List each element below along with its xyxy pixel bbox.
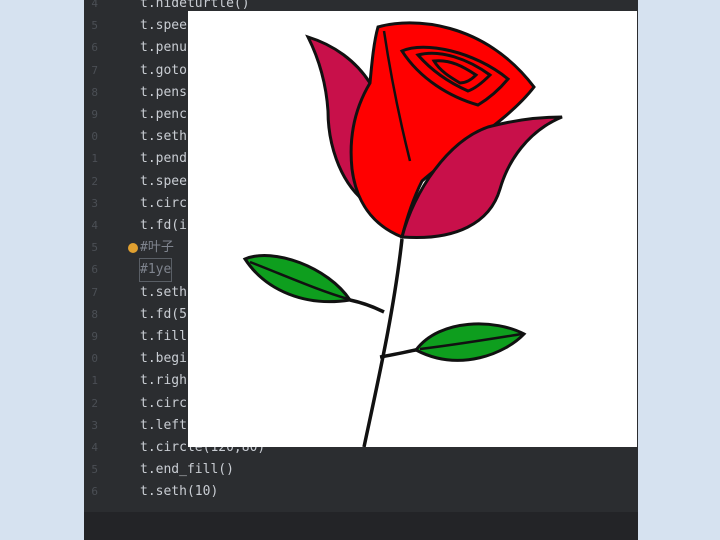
bookmark-icon[interactable]: [128, 243, 138, 253]
code-line[interactable]: t.righ: [140, 370, 187, 392]
line-number-gutter: 4 5 6 7 8 9 0 1 2 3 4 5 6 7 8 9 0 1 2 3 4 5 6: [84, 0, 132, 540]
line-number: 5: [91, 241, 98, 255]
code-line[interactable]: t.left: [140, 415, 187, 437]
editor-bottom-bar: [84, 512, 638, 540]
line-number: 2: [91, 174, 98, 188]
code-line[interactable]: t.penu: [140, 37, 187, 59]
code-line[interactable]: t.circ: [140, 393, 187, 415]
line-number: 8: [91, 307, 98, 321]
line-number: 4: [91, 0, 98, 10]
line-number: 1: [91, 374, 98, 388]
line-number: 3: [91, 418, 98, 432]
line-number: 8: [91, 85, 98, 99]
code-line[interactable]: t.circ: [140, 193, 187, 215]
code-line[interactable]: t.penc: [140, 104, 187, 126]
code-line[interactable]: t.seth: [140, 282, 187, 304]
line-number: 1: [91, 152, 98, 166]
code-line[interactable]: t.pend: [140, 148, 187, 170]
code-line[interactable]: t.end_fill(): [140, 459, 234, 481]
line-number: 4: [91, 441, 98, 454]
line-number: 5: [91, 19, 98, 33]
code-line[interactable]: t.goto: [140, 60, 187, 82]
code-line[interactable]: t.fd(i: [140, 215, 187, 237]
code-line[interactable]: t.spee: [140, 15, 187, 37]
line-number: 6: [91, 41, 98, 55]
rose-stem: [362, 238, 404, 447]
code-line[interactable]: t.seth: [140, 126, 187, 148]
turtle-graphics-window: [188, 11, 637, 447]
line-number: 0: [91, 130, 98, 144]
line-number: 5: [91, 463, 98, 477]
line-number: 9: [91, 108, 98, 121]
line-number: 7: [91, 285, 98, 299]
code-line[interactable]: t.fill: [140, 326, 187, 348]
left-leaf-stalk: [349, 298, 385, 314]
rose-drawing: [242, 21, 563, 447]
code-line[interactable]: #1ye: [138, 258, 173, 283]
code-line[interactable]: t.spee: [140, 171, 187, 193]
line-number: 7: [91, 63, 98, 77]
line-number: 3: [91, 196, 98, 210]
line-number: 6: [91, 263, 98, 277]
line-number: 2: [91, 396, 98, 410]
code-line[interactable]: t.pens: [140, 82, 187, 104]
line-number: 0: [91, 352, 98, 366]
code-line[interactable]: t.begi: [140, 348, 187, 370]
code-line[interactable]: #叶子: [140, 237, 174, 259]
line-number: 6: [91, 485, 98, 499]
line-number: 9: [91, 330, 98, 343]
line-number: 4: [91, 219, 98, 232]
code-line[interactable]: t.fd(5: [140, 304, 187, 326]
code-line[interactable]: t.seth(10): [140, 481, 218, 503]
